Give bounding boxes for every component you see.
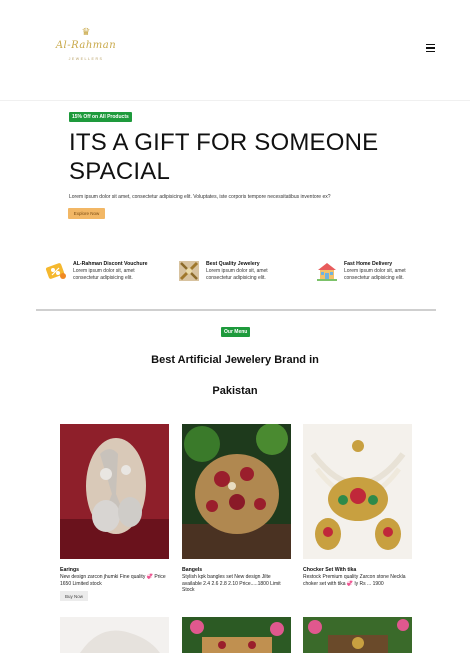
site-header: ♛ Al-Rahman JEWELLERS (0, 0, 470, 101)
home-delivery-icon (317, 263, 337, 281)
product-photo (303, 617, 412, 653)
product-image-partial[interactable] (182, 617, 291, 653)
our-menu-badge: Our Menu (221, 327, 251, 337)
product-image-partial[interactable] (60, 617, 169, 653)
product-card: Chocker Set With tika Restock Premium qu… (303, 424, 412, 587)
product-name: Earings (60, 567, 80, 573)
product-name: Chocker Set With tika (303, 567, 357, 573)
product-photo (182, 617, 291, 653)
crown-icon: ♛ (81, 27, 91, 38)
product-photo (60, 617, 169, 653)
section-title: Best Artificial Jewelery Brand in (151, 354, 319, 366)
product-desc: Stylish kpk bangles set New design Jilte… (182, 574, 281, 593)
feature-desc: Lorem ipsum dolor sit, amet consectetur … (206, 268, 268, 281)
feature-voucher: AL-Rahman Discont Vouchure Lorem ipsum d… (44, 259, 148, 287)
feature-title: AL-Rahman Discont Vouchure (73, 261, 148, 267)
logo-script: Al-Rahman (55, 40, 117, 51)
hamburger-menu-icon[interactable] (424, 41, 438, 55)
discount-badge: 15% Off on All Products (69, 112, 132, 122)
feature-delivery: Fast Home Delivery Lorem ipsum dolor sit… (315, 259, 414, 287)
earrings-image[interactable] (60, 424, 169, 559)
logo-tagline: JEWELLERS (68, 57, 104, 61)
voucher-icon (45, 263, 66, 279)
product-card: Bangels Stylish kpk bangles set New desi… (182, 424, 291, 594)
buy-now-button[interactable]: Buy Now (60, 591, 88, 601)
explore-now-button[interactable]: Explore Now (68, 208, 105, 219)
choker-set-image[interactable] (303, 424, 412, 559)
product-desc: Restock Premium quality Zarcon stone Nec… (303, 574, 406, 587)
product-desc: New design zarcon jhumki Fine quality 💞 … (60, 574, 166, 587)
feature-desc: Lorem ipsum dolor sit, amet consectetur … (73, 268, 135, 281)
product-name: Bangels (182, 567, 203, 573)
brand-logo[interactable]: ♛ Al-Rahman JEWELLERS (54, 28, 118, 72)
hero-description: Lorem ipsum dolor sit amet, consectetur … (69, 194, 331, 200)
bangles-image[interactable] (182, 424, 291, 559)
feature-quality: Best Quality Jewelery Lorem ipsum dolor … (177, 259, 276, 287)
jewelry-quality-icon (179, 261, 199, 281)
product-card: Earings New design zarcon jhumki Fine qu… (60, 424, 169, 601)
product-image-partial[interactable] (303, 617, 412, 653)
feature-desc: Lorem ipsum dolor sit, amet consectetur … (344, 268, 406, 281)
hero-title: ITS A GIFT FOR SOMEONE SPACIAL (69, 129, 379, 185)
feature-title: Fast Home Delivery (344, 261, 393, 267)
section-divider (36, 309, 436, 311)
section-title-line2: Pakistan (212, 385, 258, 397)
feature-title: Best Quality Jewelery (206, 261, 260, 267)
